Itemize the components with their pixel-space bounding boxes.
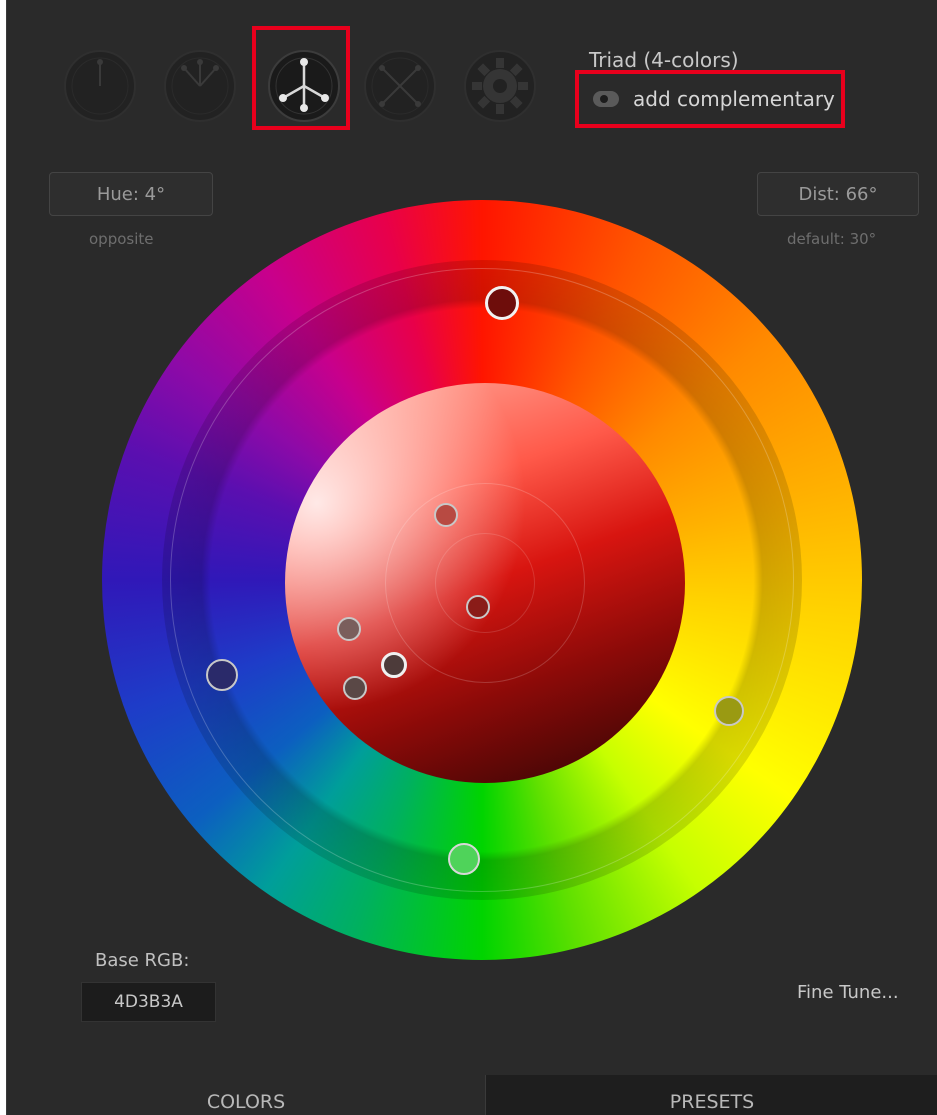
mode-triad-icon <box>268 50 340 122</box>
tab-presets[interactable]: PRESETS <box>485 1075 937 1115</box>
fine-tune-link[interactable]: Fine Tune... <box>797 982 899 1003</box>
mode-analogic-icon <box>164 50 236 122</box>
disc-marker-base[interactable] <box>381 652 407 678</box>
disc-marker-lower[interactable] <box>343 676 367 700</box>
mode-tetrad-icon <box>364 50 436 122</box>
color-wheel[interactable] <box>102 200 862 960</box>
base-rgb-label: Base RGB: <box>95 950 190 971</box>
disc-ring-guide-inner <box>435 533 535 633</box>
mode-mono-button[interactable] <box>62 48 138 124</box>
add-complementary-toggle[interactable]: add complementary <box>589 84 835 114</box>
gear-icon <box>464 50 536 122</box>
tab-colors[interactable]: COLORS <box>7 1075 485 1115</box>
disc-marker-top[interactable] <box>434 503 458 527</box>
triad-right-marker[interactable] <box>714 696 744 726</box>
add-complementary-label: add complementary <box>633 87 835 111</box>
complement-marker[interactable] <box>448 843 480 875</box>
base-rgb-input[interactable] <box>81 982 216 1022</box>
disc-marker-left[interactable] <box>337 617 361 641</box>
primary-color-marker[interactable] <box>485 286 519 320</box>
disc-marker-center[interactable] <box>466 595 490 619</box>
bottom-tab-bar: COLORS PRESETS <box>7 1075 937 1115</box>
triad-left-marker[interactable] <box>206 659 238 691</box>
mode-tetrad-button[interactable] <box>362 48 438 124</box>
mode-custom-button[interactable] <box>462 48 538 124</box>
scheme-mode-title: Triad (4-colors) <box>589 48 739 72</box>
mode-triad-button[interactable] <box>266 48 342 124</box>
toggle-switch[interactable] <box>593 91 619 107</box>
toggle-knob <box>600 95 608 103</box>
mode-mono-icon <box>64 50 136 122</box>
color-scheme-panel: Triad (4-colors) add complementary Hue: … <box>6 0 937 1115</box>
mode-analogic-button[interactable] <box>162 48 238 124</box>
